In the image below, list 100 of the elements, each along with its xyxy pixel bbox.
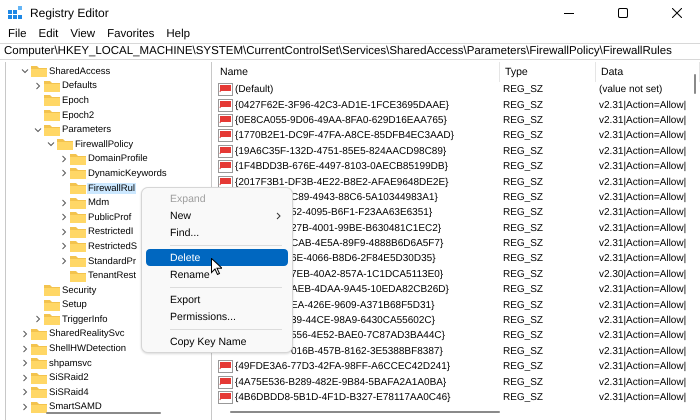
tree-item[interactable]: DomainProfile	[87, 153, 149, 164]
value-type: REG_SZ	[502, 376, 544, 388]
scrollbar[interactable]	[46, 412, 161, 414]
value-type: REG_SZ	[502, 253, 544, 264]
menu-option[interactable]: Permissions...	[146, 308, 288, 325]
chevron-right-icon[interactable]	[60, 154, 68, 163]
value-name: 7EB-40A2-857A-1C1DCA5113E0}	[291, 268, 444, 280]
chevron-right-icon[interactable]	[60, 257, 68, 266]
chevron-right-icon[interactable]	[60, 198, 68, 207]
value-name: {1770B2E1-DC9F-47FA-A8CE-85DFB4EC3AAD}	[235, 130, 454, 142]
chevron-down-icon[interactable]	[21, 67, 29, 76]
folder-icon	[57, 138, 73, 150]
menu-item[interactable]: Edit	[32, 26, 64, 42]
menu-option[interactable]: Find...	[146, 224, 288, 241]
chevron-right-icon[interactable]	[34, 82, 42, 90]
menu-option[interactable]: Copy Key Name	[146, 333, 288, 350]
string-value-icon	[218, 160, 233, 174]
tree-item[interactable]: SmartSAMD	[48, 401, 103, 412]
value-data: v2.31|Action=Allow|	[598, 238, 688, 250]
string-value-icon	[218, 114, 233, 127]
string-value-icon	[218, 376, 233, 389]
tree-item[interactable]: TriggerInfo	[61, 314, 109, 325]
chevron-right-icon[interactable]	[21, 344, 29, 353]
tree-item[interactable]: RestrictedS	[87, 240, 138, 252]
tree-item[interactable]: FirewallPolicy	[74, 138, 134, 150]
column-header[interactable]: Type	[500, 62, 596, 82]
tree-item[interactable]: Defaults	[61, 80, 98, 92]
maximize-icon[interactable]	[618, 8, 628, 18]
folder-icon	[44, 109, 60, 122]
chevron-right-icon[interactable]	[21, 330, 29, 338]
menu-option[interactable]: Rename	[146, 266, 288, 283]
folder-icon	[44, 124, 60, 136]
folder-icon	[70, 182, 86, 194]
window-title: Registry Editor	[30, 6, 110, 20]
tree-item[interactable]: Epoch2	[61, 110, 96, 121]
value-type: REG_SZ	[502, 207, 544, 218]
tree-item[interactable]: PublicProf	[87, 212, 132, 223]
tree-item[interactable]: ShellHWDetection	[48, 343, 128, 354]
tree-item[interactable]: TenantRest	[87, 270, 138, 282]
value-type: REG_SZ	[502, 330, 544, 342]
tree-item[interactable]: shpamsvc	[48, 358, 93, 369]
folder-icon	[44, 94, 60, 106]
tree-item[interactable]: Parameters	[61, 124, 112, 136]
value-data: v2.31|Action=Allow|	[598, 330, 688, 342]
chevron-right-icon[interactable]	[60, 169, 68, 178]
scrollbar[interactable]	[230, 411, 500, 413]
minimize-icon[interactable]	[564, 12, 574, 14]
chevron-right-icon[interactable]	[60, 228, 68, 236]
chevron-down-icon[interactable]	[47, 140, 55, 148]
tree-item[interactable]: Epoch	[61, 94, 90, 106]
value-type: REG_SZ	[502, 284, 544, 296]
tree-item[interactable]: Mdm	[87, 197, 110, 208]
chevron-right-icon[interactable]	[21, 388, 29, 396]
chevron-down-icon[interactable]	[34, 126, 42, 134]
menu-item[interactable]: Favorites	[101, 26, 160, 42]
tree-item[interactable]: Setup	[61, 299, 88, 310]
value-data: v2.31|Action=Allow|	[598, 284, 688, 296]
folder-icon	[70, 211, 86, 224]
value-data: v2.31|Action=Allow|	[598, 130, 688, 142]
tree-item[interactable]: SharedRealitySvc	[48, 328, 126, 340]
tree-item[interactable]: RestrictedI	[87, 226, 134, 238]
tree-item[interactable]: StandardPr	[87, 256, 138, 267]
menu-item[interactable]: Help	[160, 26, 196, 42]
chevron-right-icon[interactable]	[60, 213, 68, 222]
tree-item[interactable]: SiSRaid2	[48, 372, 90, 384]
tree-item[interactable]: SharedAccess	[48, 66, 112, 77]
value-name: {49FDE3A6-77D3-42FA-98FF-A6CCEC42D241}	[235, 361, 450, 372]
value-name: (Default)	[235, 84, 274, 96]
tree-item[interactable]: FirewallRul	[87, 182, 136, 194]
chevron-right-icon[interactable]	[21, 402, 29, 411]
menu-option[interactable]: Export	[146, 291, 288, 308]
chevron-right-icon[interactable]	[21, 359, 29, 368]
folder-icon	[31, 328, 47, 340]
chevron-right-icon[interactable]	[34, 315, 42, 324]
value-type: REG_SZ	[502, 176, 544, 188]
folder-icon	[31, 342, 47, 355]
menu-item[interactable]: View	[64, 26, 102, 42]
tree-item[interactable]: Security	[61, 284, 98, 296]
chevron-right-icon[interactable]	[60, 242, 68, 250]
address-bar[interactable]: Computer\HKEY_LOCAL_MACHINE\SYSTEM\CurrentControlSet\Services\SharedAccess\Parameters\FirewallPolicy\FirewallRules	[0, 43, 700, 60]
value-name: {19A6C35F-132D-4751-85E5-824AACD98C89}	[235, 146, 446, 157]
value-data: v2.31|Action=Allow|	[598, 161, 688, 172]
menu-option[interactable]: Delete	[146, 249, 288, 266]
menu-option[interactable]: New	[146, 207, 288, 224]
value-name: {4A75E536-B289-482E-9B84-5BAFA2A1A0BA}	[235, 376, 446, 388]
string-value-icon	[218, 98, 233, 112]
value-type: REG_SZ	[502, 222, 544, 234]
menu-item[interactable]: File	[2, 26, 33, 42]
value-name: C89-4943-88C6-5A10344983A1}	[291, 192, 438, 203]
close-icon[interactable]	[672, 8, 682, 18]
folder-icon	[31, 400, 47, 413]
chevron-right-icon[interactable]	[21, 374, 29, 382]
folder-icon	[44, 313, 60, 326]
tree-item[interactable]: SiSRaid4	[48, 386, 90, 398]
column-header[interactable]: Name	[215, 62, 500, 82]
value-type: REG_SZ	[502, 100, 544, 111]
value-type: REG_SZ	[502, 361, 544, 372]
value-data: v2.31|Action=Allow|	[598, 146, 688, 157]
scrollbar[interactable]	[694, 74, 696, 94]
tree-item[interactable]: DynamicKeywords	[87, 168, 168, 179]
